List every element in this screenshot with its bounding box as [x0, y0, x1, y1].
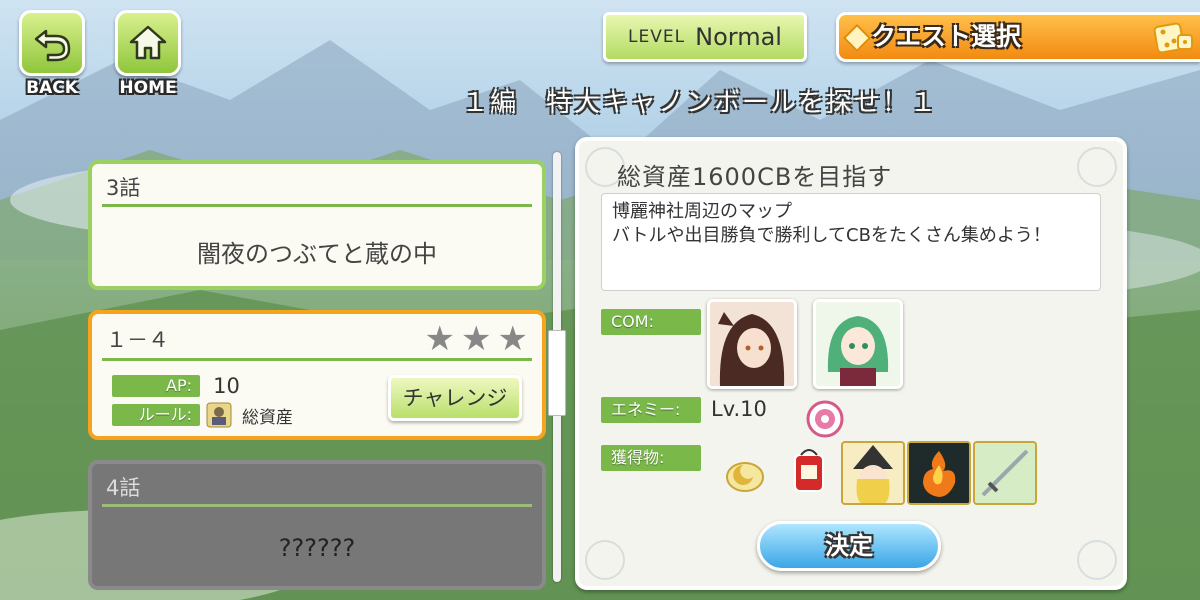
stage-card[interactable]: １－４ ★ ★ ★ AP: 10 ルール: 総資産 チャレンジ: [88, 310, 546, 440]
com-character-portrait: [813, 299, 903, 389]
dice-icon: [1153, 22, 1193, 54]
omamori-charm-icon: [794, 449, 824, 492]
quest-description: 博麗神社周辺のマップ バトルや出目勝負で勝利してCBをたくさん集めよう！: [601, 193, 1101, 291]
quest-detail-panel: 総資産1600CBを目指す 博麗神社周辺のマップ バトルや出目勝負で勝利してCB…: [575, 137, 1127, 590]
ap-tag: AP:: [112, 374, 200, 397]
divider: [102, 504, 532, 507]
scrollbar-thumb[interactable]: [548, 330, 566, 416]
quest-select-banner: クエスト選択: [836, 12, 1200, 62]
enemy-badge-icon: [806, 400, 844, 438]
home-label: HOME: [119, 78, 177, 98]
back-button[interactable]: BACK: [12, 10, 92, 98]
moon-item-icon: [726, 462, 764, 492]
episode-number: 3話: [106, 176, 141, 200]
rewards-tag: 獲得物:: [601, 445, 701, 471]
episode-name: 闇夜のつぶてと蔵の中: [197, 240, 437, 268]
star-icon: ★: [461, 319, 492, 359]
challenge-button[interactable]: チャレンジ: [388, 375, 522, 421]
home-button[interactable]: HOME: [108, 10, 188, 98]
reward-card-character-icon: [841, 441, 905, 505]
com-tag: COM:: [601, 309, 701, 335]
back-label: BACK: [26, 78, 78, 98]
episode-card[interactable]: 3話 闇夜のつぶてと蔵の中: [88, 160, 546, 290]
com-character-portrait: [707, 299, 797, 389]
corner-ornament-icon: [1077, 147, 1117, 187]
star-icon: ★: [424, 319, 456, 359]
quest-select-label: クエスト選択: [871, 22, 1022, 51]
diamond-icon: [842, 23, 872, 53]
back-arrow-icon: [19, 10, 85, 76]
level-key: LEVEL: [628, 27, 686, 47]
corner-ornament-icon: [585, 540, 625, 580]
ap-row: AP: 10: [112, 374, 240, 398]
enemy-level: Lv.10: [711, 397, 767, 421]
star-rating: ★ ★ ★: [425, 322, 528, 356]
rule-value: 総資産: [242, 407, 293, 428]
episode-number: 4話: [106, 476, 141, 500]
stage-number: １－４: [106, 328, 169, 352]
star-icon: ★: [497, 319, 528, 359]
rule-row: ルール: 総資産: [112, 402, 293, 428]
reward-card-sword-icon: [973, 441, 1037, 505]
episode-name: ??????: [278, 534, 356, 562]
divider: [102, 358, 532, 361]
episode-card-locked: 4話 ??????: [88, 460, 546, 590]
corner-ornament-icon: [1077, 540, 1117, 580]
level-value: Normal: [695, 23, 782, 51]
rule-icon: [206, 402, 232, 428]
divider: [102, 204, 532, 207]
enemy-tag: エネミー:: [601, 397, 701, 423]
home-icon: [115, 10, 181, 76]
decide-button[interactable]: 決定: [757, 521, 941, 571]
chapter-title: １編 特大キャノンボールを探せ！１: [461, 88, 938, 118]
rule-tag: ルール:: [112, 404, 200, 426]
ap-value: 10: [213, 374, 240, 398]
quest-objective-title: 総資産1600CBを目指す: [617, 163, 893, 191]
level-selector[interactable]: LEVEL Normal: [603, 12, 807, 62]
reward-card-flame-icon: [907, 441, 971, 505]
